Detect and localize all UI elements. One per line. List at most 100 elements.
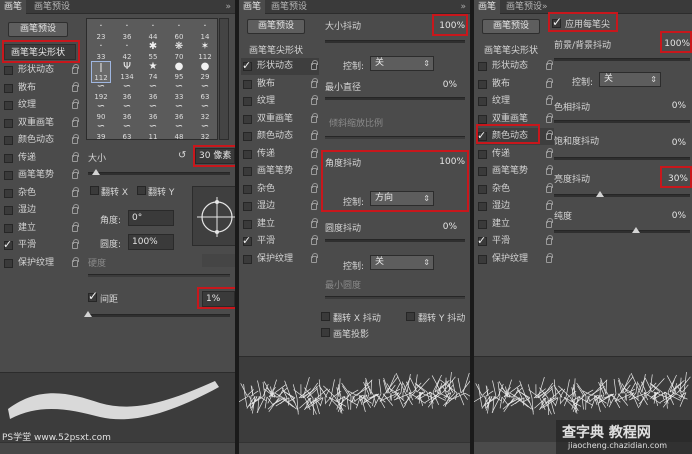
brush-projection-checkbox[interactable] [321,328,330,337]
tab-brush-presets[interactable]: 画笔预设 [267,0,311,14]
sidebar-checkbox[interactable] [478,79,487,89]
sidebar-checkbox[interactable] [243,219,252,229]
roundness-jitter-slider[interactable] [325,239,465,242]
sidebar-checkbox[interactable] [4,188,13,198]
sidebar-item[interactable]: 建立 [241,216,319,233]
brightness-jitter-slider[interactable] [554,194,690,197]
sidebar-item[interactable]: 湿边 [241,198,319,215]
brush-tip-cell[interactable]: ∽ 36 [117,81,137,103]
lock-icon[interactable] [311,60,318,70]
sidebar-item[interactable]: 纹理 [2,97,80,114]
sidebar-checkbox[interactable] [4,136,13,145]
lock-icon[interactable] [311,165,318,175]
sidebar-checkbox[interactable] [243,202,252,211]
lock-icon[interactable] [546,60,553,70]
sidebar-checkbox[interactable] [478,254,487,264]
roundness-jitter-value[interactable]: 0% [435,222,457,232]
sidebar-item[interactable]: 建立 [476,216,554,233]
lock-icon[interactable] [72,239,79,249]
sidebar-checkbox[interactable] [478,202,487,211]
saturation-jitter-slider[interactable] [554,157,690,160]
brush-tip-cell[interactable]: ∽ 63 [195,81,215,103]
sidebar-checkbox[interactable] [4,118,13,128]
lock-icon[interactable] [311,112,318,123]
brush-tip-grid[interactable]: · 23 · 36 · 44 · 60 · 14 · 33 · 42 ✱ 55 ❋ 70 ✶ 112 ǀ 112 Ψ 134 ★… [86,18,218,140]
sidebar-item[interactable]: 散布 [2,80,80,97]
fg-bg-control-select[interactable]: 关 ⇕ [599,72,661,87]
brush-tip-cell[interactable]: Ψ 134 [117,61,137,83]
sidebar-item[interactable]: 杂色 [241,181,319,198]
size-control-select[interactable]: 关 ⇕ [370,56,434,71]
flip-x-jitter-checkbox[interactable] [321,312,330,321]
angle-field[interactable]: 0° [128,210,174,226]
sidebar-checkbox[interactable] [4,83,13,93]
lock-icon[interactable] [311,77,318,88]
lock-icon[interactable] [546,200,553,210]
brush-tip-cell[interactable]: ∽ 63 [117,121,137,139]
sidebar-checkbox[interactable] [478,184,487,194]
sidebar-checkbox[interactable] [4,101,13,110]
reset-size-icon[interactable]: ↺ [178,150,186,161]
brush-tip-cell[interactable]: ∽ 36 [143,81,163,103]
lock-icon[interactable] [546,112,553,123]
lock-icon[interactable] [546,182,553,193]
lock-icon[interactable] [311,147,318,158]
lock-icon[interactable] [311,182,318,193]
sidebar-checkbox[interactable] [243,254,252,264]
brush-tip-cell[interactable]: ∽ 32 [195,101,215,123]
min-diameter-slider[interactable] [325,97,465,100]
purity-slider-knob[interactable] [632,227,640,233]
lock-icon[interactable] [72,116,79,127]
lock-icon[interactable] [546,252,553,263]
lock-icon[interactable] [72,169,79,179]
sidebar-checkbox[interactable] [478,149,487,159]
sidebar-item[interactable]: 建立 [2,220,80,237]
sidebar-item[interactable]: 杂色 [476,181,554,198]
brush-tip-cell[interactable]: ✱ 55 [143,41,163,63]
sidebar-item[interactable]: 画笔笔势 [476,163,554,180]
brush-tip-cell[interactable]: ● 29 [195,61,215,83]
fg-bg-jitter-slider[interactable] [554,58,690,61]
sidebar-item[interactable]: ✓ 平滑 [476,233,554,250]
lock-icon[interactable] [546,77,553,88]
purity-value[interactable]: 0% [666,211,686,221]
sidebar-item[interactable]: 纹理 [241,93,319,110]
brush-tip-shape-item[interactable]: 画笔笔尖形状 [484,43,538,56]
lock-icon[interactable] [311,95,318,105]
collapse-icon[interactable]: » [225,0,231,14]
sidebar-checkbox[interactable] [478,114,487,124]
roundness-field[interactable]: 100% [128,234,174,250]
sidebar-item[interactable]: 双重画笔 [2,115,80,132]
brush-tip-cell[interactable]: ∽ 39 [91,121,111,139]
lock-icon[interactable] [546,165,553,175]
lock-icon[interactable] [546,147,553,158]
size-jitter-slider[interactable] [325,40,465,43]
brush-tip-cell[interactable]: ∽ 32 [195,121,215,139]
sidebar-item[interactable]: 形状动态 [476,58,554,75]
sidebar-item[interactable]: 湿边 [476,198,554,215]
sidebar-checkbox[interactable] [243,114,252,124]
spacing-slider[interactable] [88,314,230,317]
sidebar-checkbox[interactable] [243,149,252,159]
sidebar-item[interactable]: 保护纹理 [476,251,554,268]
sidebar-item[interactable]: 散布 [476,76,554,93]
lock-icon[interactable] [72,186,79,197]
sidebar-checkbox[interactable] [478,167,487,176]
brush-tip-cell[interactable]: ∽ 11 [143,121,163,139]
purity-slider[interactable] [554,230,690,233]
sidebar-item[interactable]: 颜色动态 [2,132,80,149]
lock-icon[interactable] [72,256,79,267]
brush-tip-cell[interactable]: ∽ 192 [91,81,111,103]
sidebar-checkbox[interactable] [4,153,13,163]
sidebar-checkbox[interactable] [243,79,252,89]
brush-tip-cell[interactable]: ∽ 48 [169,121,189,139]
size-slider-knob[interactable] [92,169,100,175]
brush-tip-cell[interactable]: ∽ 33 [169,81,189,103]
tab-brush-presets[interactable]: 画笔预设 [502,0,546,14]
sidebar-item[interactable]: 颜色动态 [241,128,319,145]
sidebar-checkbox[interactable] [243,132,252,141]
sidebar-item[interactable]: 湿边 [2,202,80,219]
sidebar-checkbox[interactable] [4,223,13,233]
sidebar-item[interactable]: 传递 [241,146,319,163]
sidebar-item[interactable]: 保护纹理 [241,251,319,268]
